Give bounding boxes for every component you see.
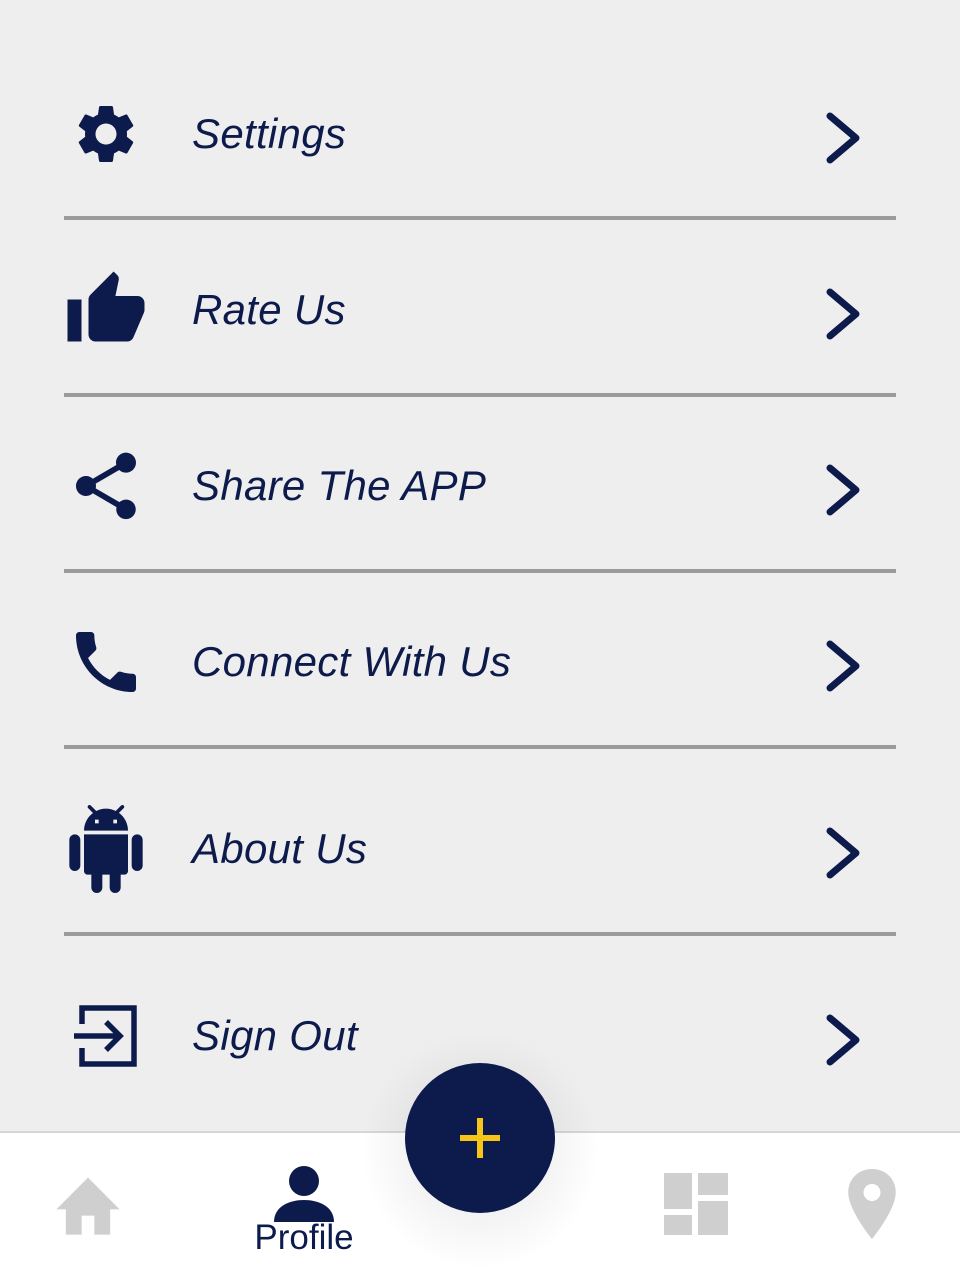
dashboard-icon bbox=[664, 1173, 728, 1235]
menu-item-connect-with-us[interactable]: Connect With Us bbox=[0, 600, 960, 720]
person-icon bbox=[274, 1166, 334, 1222]
divider bbox=[64, 932, 896, 936]
gear-icon bbox=[62, 96, 150, 172]
menu-item-label: Connect With Us bbox=[192, 638, 512, 685]
phone-icon bbox=[62, 624, 150, 700]
menu-item-share-the-app[interactable]: Share The APP bbox=[0, 424, 960, 544]
share-icon bbox=[62, 448, 150, 524]
location-pin-icon bbox=[848, 1169, 896, 1239]
nav-profile-label[interactable]: Profile bbox=[232, 1218, 376, 1258]
home-icon bbox=[56, 1177, 120, 1235]
sign-out-icon bbox=[62, 998, 150, 1074]
chevron-right-icon bbox=[826, 827, 860, 879]
menu-item-label: About Us bbox=[192, 825, 368, 872]
divider bbox=[64, 745, 896, 749]
divider bbox=[64, 569, 896, 573]
nav-dashboard[interactable] bbox=[662, 1171, 730, 1237]
chevron-right-icon bbox=[826, 112, 860, 164]
menu-item-label: Rate Us bbox=[192, 286, 346, 333]
chevron-right-icon bbox=[826, 288, 860, 340]
menu-item-rate-us[interactable]: Rate Us bbox=[0, 248, 960, 368]
divider bbox=[64, 393, 896, 397]
chevron-right-icon bbox=[826, 464, 860, 516]
menu-item-label: Sign Out bbox=[192, 1012, 358, 1059]
chevron-right-icon bbox=[826, 1014, 860, 1066]
menu-item-settings[interactable]: Settings bbox=[0, 72, 960, 192]
nav-profile[interactable] bbox=[262, 1162, 346, 1224]
nav-home[interactable] bbox=[50, 1168, 126, 1238]
menu-item-label: Share The APP bbox=[192, 462, 487, 509]
nav-location[interactable] bbox=[842, 1166, 902, 1242]
menu-item-about-us[interactable]: About Us bbox=[0, 787, 960, 907]
plus-icon bbox=[460, 1118, 500, 1158]
chevron-right-icon bbox=[826, 640, 860, 692]
thumbs-up-icon bbox=[62, 271, 150, 348]
add-button[interactable] bbox=[405, 1063, 555, 1213]
menu-item-label: Settings bbox=[192, 110, 347, 157]
android-icon bbox=[62, 805, 150, 893]
divider bbox=[64, 216, 896, 220]
